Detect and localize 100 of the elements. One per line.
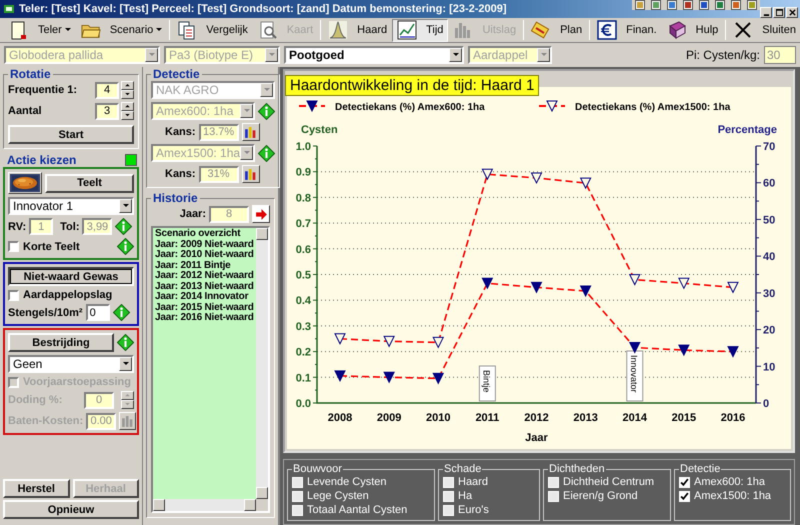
next-button[interactable] [252,205,270,223]
info-icon[interactable] [258,144,276,162]
tick-label: 1.0 [296,141,311,153]
euro-icon [597,20,618,40]
close-button[interactable] [786,7,798,18]
tick-label: 0.1 [296,372,311,384]
tick-label: 0.5 [296,270,311,282]
tick-label: 0 [763,398,770,410]
checkbox-label: Totaal Aantal Cysten [307,503,408,517]
field-label: Jaar: [180,208,206,220]
history-entry[interactable]: Scenario overzicht [155,229,254,240]
up-button[interactable] [121,102,134,111]
maximize-button[interactable] [773,7,785,18]
bar-chart-icon [121,414,134,428]
bestrijding-button[interactable]: Bestrijding [8,333,114,352]
tick-label: 2014 [622,412,647,424]
pi-label: Pi: Cysten/kg: [686,48,760,62]
up-button[interactable] [121,391,134,400]
info-icon[interactable] [258,102,276,120]
crop-image-button[interactable] [8,172,42,194]
group-title: Detectie [679,463,722,475]
legend-label: Detectiekans (%) Amex600: 1ha [335,102,485,113]
tick-label: 0.4 [296,295,311,308]
vertical-scrollbar[interactable] [256,228,268,499]
toolbar-button[interactable]: Sluiten [728,18,800,42]
chart-button[interactable] [119,412,136,430]
field-label: Tol: [60,220,80,232]
tick-label: 2015 [672,412,696,424]
dropdown-arrow-icon [244,109,250,113]
opnieuw-button[interactable]: Opnieuw [3,500,139,519]
minimize-button[interactable] [760,7,772,18]
variety-dropdown[interactable]: Innovator 1 [8,197,134,215]
down-button[interactable] [121,111,134,120]
number-input-field[interactable]: 4 [95,82,119,98]
group-title: Schade [443,463,482,475]
toolbar-button[interactable]: Plan [526,18,588,42]
window-title: Teler: [Test] Kavel: [Test] Perceel: [Test] Grondsoort: [zand] Datum bemonstering: [23-2-2009] [19,3,507,15]
tick-label: 70 [763,141,776,153]
toolbar-button[interactable]: Vergelijk [172,18,253,42]
info-icon[interactable] [115,218,132,235]
data-point [383,336,395,348]
legend-marker [299,100,325,112]
history-entry[interactable]: Jaar: 2009 Niet-waard [155,240,254,250]
toolbar-button[interactable]: Teler [4,18,76,42]
dropdown-arrow-icon [122,362,128,366]
tick-label: 0.6 [296,244,311,256]
up-arrow-icon [125,105,130,108]
tick-label: 40 [763,251,776,264]
chart-button[interactable] [242,123,260,141]
info-icon[interactable] [117,238,134,255]
group-title: Historie [152,191,199,205]
tick-label: 2016 [720,412,746,424]
number-input-field[interactable]: 3 [95,102,119,120]
history-entry[interactable]: Jaar: 2012 Niet-waard [155,271,254,282]
history-entry[interactable]: Jaar: 2014 Innovator [155,292,254,302]
horizontal-scrollbar[interactable] [153,499,256,511]
tick-label: 0.3 [296,320,311,333]
checkbox[interactable] [679,490,690,502]
info-icon[interactable] [117,334,134,351]
teelt-button[interactable]: Teelt [45,174,134,192]
chart-button[interactable] [242,165,260,183]
data-point [727,282,739,294]
toolbar-button[interactable]: Finan. [592,18,662,42]
checkbox-label: Aardappelopslag [23,289,112,301]
history-entry[interactable]: Jaar: 2015 Niet-waard [155,302,254,313]
field-label: Kans: [165,126,196,138]
tick-label: 2012 [524,412,549,424]
history-entry[interactable]: Jaar: 2011 Bintje [155,260,254,271]
down-button[interactable] [121,90,134,99]
start-button[interactable]: Start [8,125,134,144]
action-button[interactable]: Herstel [3,479,70,498]
up-button[interactable] [121,81,134,90]
checkbox[interactable] [679,476,690,488]
info-icon[interactable] [112,304,130,321]
close-icon [788,9,796,16]
toolbar-button[interactable]: Haard [323,18,392,42]
history-entry[interactable]: Jaar: 2010 Niet-waard [155,250,254,260]
treatment-dropdown[interactable]: Geen [8,355,134,373]
toolbar-button[interactable]: Tijd [392,18,448,42]
group-title: Dichtheden [548,463,606,475]
history-entry[interactable]: Jaar: 2016 Niet-waard [155,313,254,324]
data-point [727,346,739,358]
history-entry[interactable]: Jaar: 2013 Niet-waard [155,282,254,292]
down-button[interactable] [121,400,134,409]
field-label: Stengels/10m² [8,306,83,318]
tick-label: 0.7 [296,218,311,230]
checkbox[interactable] [8,241,19,252]
checkbox[interactable] [8,290,19,300]
niet-waard-gewas-button[interactable]: Niet-waard Gewas [8,267,134,286]
close-icon [733,20,754,40]
checkbox-label: Levende Cysten [307,475,386,489]
annotation-label: Bintje [478,366,496,402]
stengels-input-field[interactable]: 0 [86,304,110,321]
data-point [530,282,542,294]
toolbar-button[interactable]: Scenario [76,18,168,42]
axis-title: Cysten [301,124,338,136]
toolbar-button[interactable]: Hulp [662,18,724,42]
dropdown[interactable]: Pootgoed [284,46,464,64]
tick-label: 2013 [573,412,598,424]
dropdown-arrow-icon [540,53,546,57]
